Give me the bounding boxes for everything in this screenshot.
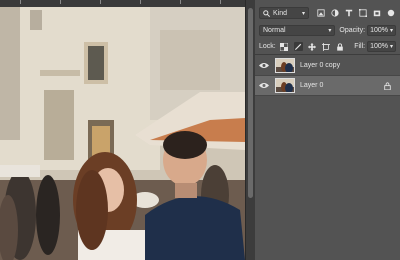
filter-icons bbox=[317, 9, 395, 17]
adjustment-filter-icon[interactable] bbox=[331, 9, 339, 17]
layers-panel: Kind ▾ Normal ▾ Opacity: 100% ▾ Lock: Fi… bbox=[255, 0, 400, 260]
fill-label: Fill: bbox=[354, 43, 366, 50]
layer-lock-icon bbox=[380, 81, 394, 90]
filter-kind-label: Kind bbox=[273, 9, 288, 17]
smart-object-filter-icon[interactable] bbox=[373, 9, 381, 17]
photo-image bbox=[0, 0, 245, 260]
lock-transparent-icon[interactable] bbox=[280, 42, 289, 51]
lock-label: Lock: bbox=[259, 43, 276, 50]
top-ruler bbox=[0, 0, 245, 7]
layer-name[interactable]: Layer 0 bbox=[300, 82, 380, 89]
document-canvas[interactable] bbox=[0, 0, 245, 260]
fill-value: 100% bbox=[370, 43, 388, 50]
opacity-label: Opacity: bbox=[339, 27, 366, 34]
blend-mode-value: Normal bbox=[263, 27, 286, 34]
filter-kind-select[interactable]: Kind ▾ bbox=[259, 7, 309, 19]
layer-name[interactable]: Layer 0 copy bbox=[300, 62, 400, 69]
canvas-vertical-scrollbar[interactable] bbox=[245, 0, 255, 260]
panel-divider bbox=[255, 54, 400, 55]
blend-mode-select[interactable]: Normal ▾ bbox=[259, 25, 336, 36]
image-filter-icon[interactable] bbox=[317, 9, 325, 17]
chevron-down-icon: ▾ bbox=[301, 10, 305, 17]
visibility-eye-icon[interactable] bbox=[255, 62, 273, 69]
shape-filter-icon[interactable] bbox=[359, 9, 367, 17]
lock-artboard-icon[interactable] bbox=[322, 42, 331, 51]
chevron-down-icon[interactable]: ▾ bbox=[390, 43, 393, 50]
layer-thumbnail bbox=[275, 58, 295, 73]
layer-row-selected[interactable]: Layer 0 bbox=[255, 76, 400, 96]
lock-all-icon[interactable] bbox=[336, 42, 345, 51]
chevron-down-icon[interactable]: ▾ bbox=[390, 27, 393, 34]
chevron-down-icon: ▾ bbox=[328, 28, 332, 34]
fill-control: Fill: 100% ▾ bbox=[354, 41, 396, 52]
layer-filter-row: Kind ▾ bbox=[259, 6, 396, 20]
opacity-input[interactable]: 100% ▾ bbox=[367, 25, 396, 36]
blend-opacity-row: Normal ▾ Opacity: 100% ▾ bbox=[259, 24, 396, 37]
lock-position-icon[interactable] bbox=[308, 42, 317, 51]
opacity-control: Opacity: 100% ▾ bbox=[339, 25, 396, 36]
lock-fill-row: Lock: Fill: 100% ▾ bbox=[259, 40, 396, 53]
visibility-eye-icon[interactable] bbox=[255, 82, 273, 89]
lock-icons bbox=[280, 42, 345, 51]
filter-toggle-icon[interactable] bbox=[387, 9, 395, 17]
lock-image-icon[interactable] bbox=[293, 42, 303, 51]
scrollbar-thumb[interactable] bbox=[248, 8, 253, 198]
fill-input[interactable]: 100% ▾ bbox=[367, 41, 396, 52]
opacity-value: 100% bbox=[370, 27, 388, 34]
search-icon bbox=[263, 9, 270, 17]
layer-thumbnail bbox=[275, 78, 295, 93]
layer-row[interactable]: Layer 0 copy bbox=[255, 56, 400, 76]
type-filter-icon[interactable] bbox=[345, 9, 353, 17]
